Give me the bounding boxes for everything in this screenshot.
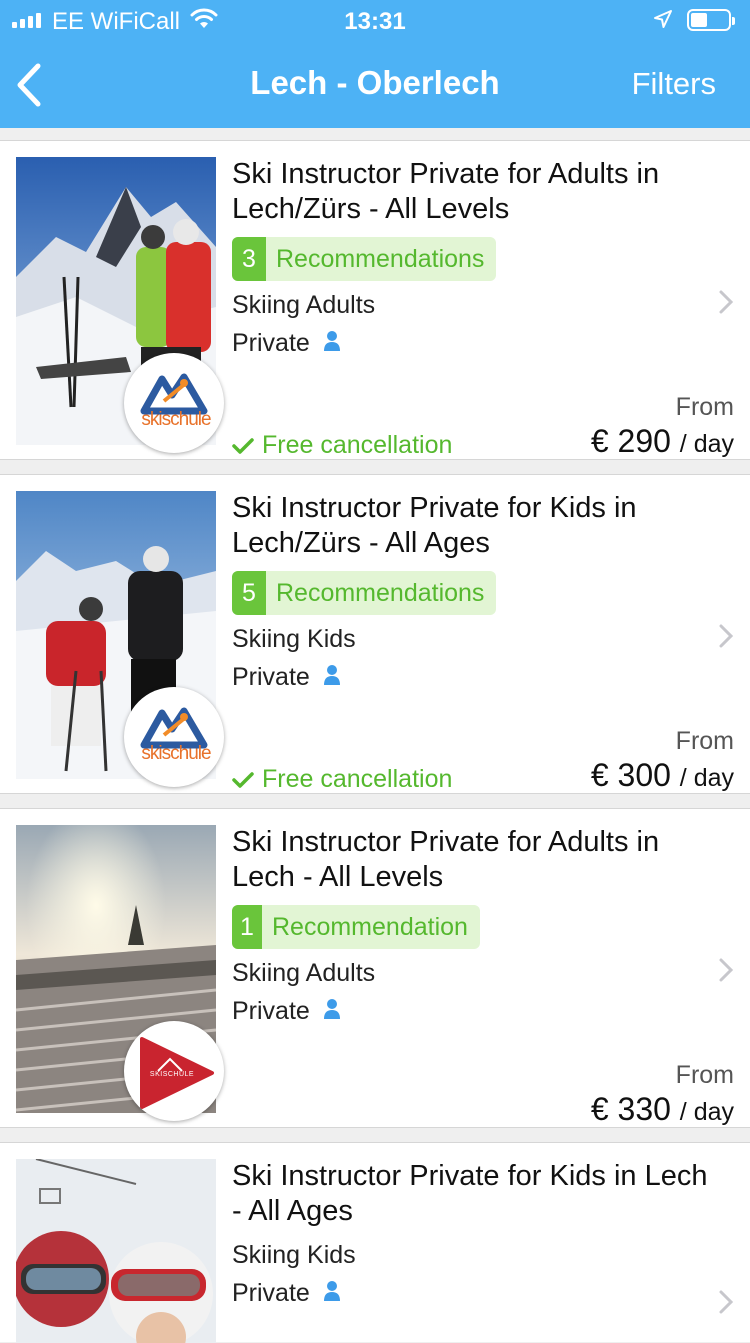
recommendations-badge: 3 Recommendations (232, 237, 497, 281)
recommendations-badge: 1 Recommendation (232, 905, 480, 949)
listing-type: Private (232, 663, 341, 693)
recommendations-badge: 5 Recommendations (232, 571, 497, 615)
listing-price: € 330 / day (591, 1091, 734, 1128)
listing-card[interactable]: skischule Ski Instructor Private for Kid… (0, 474, 750, 794)
person-icon (323, 664, 341, 693)
listing-category: Skiing Adults (232, 291, 376, 319)
recommendation-label: Recommendation (272, 912, 468, 941)
listing-type-label: Private (232, 997, 310, 1025)
az-skischule-logo (124, 687, 224, 787)
person-icon (323, 998, 341, 1027)
status-bar: EE WiFiCall 13:31 (0, 0, 750, 42)
listing-price: € 300 / day (591, 757, 734, 794)
logo-text: skischule (141, 743, 211, 764)
chevron-right-icon (717, 623, 735, 649)
person-icon (323, 330, 341, 359)
free-cancellation-label: Free cancellation (262, 765, 453, 793)
listing-category: Skiing Kids (232, 625, 356, 653)
free-cancellation: Free cancellation (232, 431, 452, 460)
checkmark-icon (232, 771, 254, 788)
chevron-right-icon (717, 957, 735, 983)
battery-icon (687, 9, 735, 31)
price-from-label: From (675, 393, 734, 421)
recommendation-label: Recommendations (276, 578, 485, 607)
listing-card[interactable]: SKISCHULE Ski Instructor Private for Adu… (0, 808, 750, 1128)
chevron-right-icon (717, 289, 735, 315)
logo-text: SKISCHULE (149, 1071, 195, 1078)
top-bar: EE WiFiCall 13:31 Lech - Oberlech Filter… (0, 0, 750, 128)
recommendation-label: Recommendations (276, 244, 485, 273)
listing-title: Ski Instructor Private for Adults in Lec… (232, 158, 660, 225)
recommendation-count: 1 (232, 905, 262, 949)
price-value: € 290 (590, 423, 671, 459)
listing-photo (16, 1159, 216, 1343)
listing-category: Skiing Kids (232, 1241, 356, 1269)
listing-type-label: Private (232, 1279, 310, 1307)
price-unit: / day (679, 1098, 734, 1126)
filters-button[interactable]: Filters (632, 66, 716, 102)
price-value: € 330 (590, 1091, 671, 1127)
listing-type: Private (232, 997, 341, 1027)
status-time: 13:31 (344, 8, 406, 35)
listing-card[interactable]: skischule Ski Instructor Private for Adu… (0, 140, 750, 460)
listing-title: Ski Instructor Private for Kids in Lech … (232, 1160, 708, 1227)
listing-price: € 290 / day (591, 423, 734, 460)
az-skischule-logo (124, 353, 224, 453)
free-cancellation-label: Free cancellation (262, 431, 453, 459)
logo-text: skischule (141, 409, 211, 430)
listing-type: Private (232, 1279, 341, 1309)
listing-type-label: Private (232, 329, 310, 357)
listing-type-label: Private (232, 663, 310, 691)
recommendation-count: 5 (232, 571, 266, 615)
listing-type: Private (232, 329, 341, 359)
listing-title: Ski Instructor Private for Adults in Lec… (232, 826, 660, 893)
price-from-label: From (675, 1061, 734, 1089)
recommendation-count: 3 (232, 237, 266, 281)
listing-category: Skiing Adults (232, 959, 376, 987)
price-unit: / day (679, 764, 734, 792)
location-arrow-icon (652, 8, 674, 37)
free-cancellation: Free cancellation (232, 765, 452, 794)
listing-card[interactable]: Ski Instructor Private for Kids in Lech … (0, 1142, 750, 1343)
person-icon (323, 1280, 341, 1309)
chevron-right-icon (717, 1289, 735, 1315)
price-from-label: From (675, 727, 734, 755)
listing-title: Ski Instructor Private for Kids in Lech/… (232, 492, 637, 559)
checkmark-icon (232, 437, 254, 454)
price-value: € 300 (590, 757, 671, 793)
price-unit: / day (679, 430, 734, 458)
